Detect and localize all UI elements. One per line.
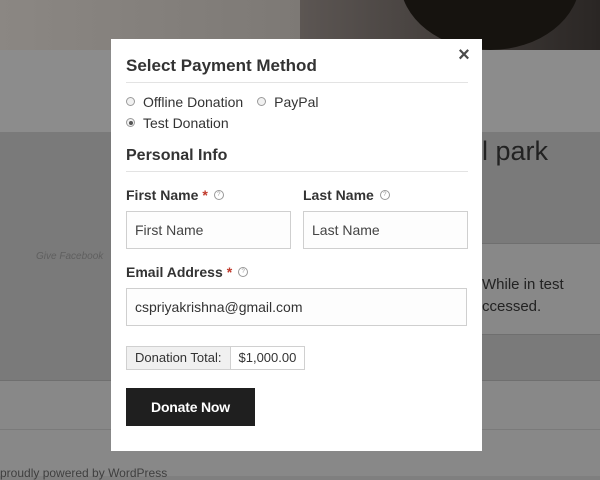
donation-total-label: Donation Total:	[126, 346, 231, 370]
donate-now-button[interactable]: Donate Now	[126, 388, 255, 426]
payment-option-label: Test Donation	[143, 114, 229, 131]
donation-total-value: $1,000.00	[230, 346, 306, 370]
payment-option-label: Offline Donation	[143, 93, 244, 110]
modal-title: Select Payment Method	[126, 56, 468, 83]
email-field-row: Email Address * ?	[126, 263, 468, 326]
last-name-field: Last Name ?	[303, 186, 468, 249]
name-fields-row: First Name * ? Last Name ?	[126, 186, 468, 249]
payment-modal: × Select Payment Method Offline Donation…	[111, 39, 482, 451]
help-icon[interactable]: ?	[379, 190, 390, 200]
background-share-text: Give Facebook	[36, 251, 104, 262]
first-name-field: First Name * ?	[126, 186, 291, 249]
email-label: Email Address	[126, 264, 223, 280]
required-marker: *	[226, 264, 233, 280]
first-name-label-row: First Name * ?	[126, 186, 291, 204]
payment-option-test[interactable]: Test Donation	[126, 112, 229, 133]
payment-option-label: PayPal	[274, 93, 319, 110]
personal-info-heading: Personal Info	[126, 147, 468, 172]
background-footer-credit: proudly powered by WordPress	[0, 466, 168, 480]
payment-option-paypal[interactable]: PayPal	[257, 91, 319, 112]
background-notice-text: While in test ccessed.	[482, 274, 564, 318]
radio-button-test[interactable]	[126, 118, 135, 127]
email-label-row: Email Address * ?	[126, 263, 467, 281]
close-icon[interactable]: ×	[456, 45, 472, 65]
radio-button-offline[interactable]	[126, 97, 135, 106]
help-icon[interactable]: ?	[213, 190, 224, 200]
background-notice-line1: While in test	[482, 276, 564, 293]
donation-total: Donation Total: $1,000.00	[126, 346, 468, 370]
payment-option-offline[interactable]: Offline Donation	[126, 91, 243, 112]
last-name-label: Last Name	[303, 187, 374, 203]
background-page-title: l park	[482, 136, 549, 166]
help-icon[interactable]: ?	[238, 267, 249, 277]
last-name-input[interactable]	[303, 211, 468, 249]
last-name-label-row: Last Name ?	[303, 186, 468, 204]
required-marker: *	[202, 187, 208, 203]
email-field: Email Address * ?	[126, 263, 467, 326]
email-input[interactable]	[126, 288, 467, 326]
background-notice-line2: ccessed.	[482, 298, 542, 315]
payment-method-options: Offline Donation PayPal Test Donation	[126, 91, 386, 133]
first-name-label: First Name	[126, 187, 199, 203]
radio-button-paypal[interactable]	[257, 97, 267, 106]
first-name-input[interactable]	[126, 211, 291, 249]
